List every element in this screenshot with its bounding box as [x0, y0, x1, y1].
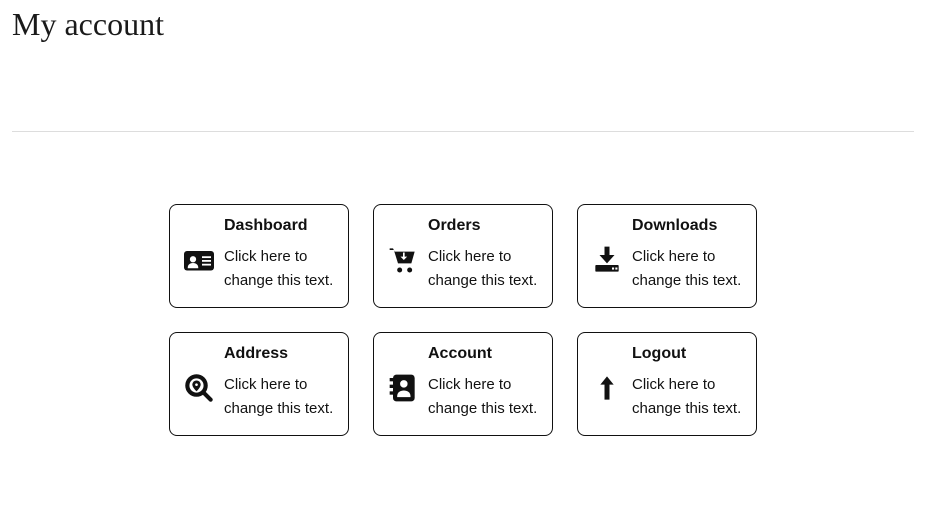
- card-desc: Click here to change this text.: [428, 373, 538, 421]
- address-book-icon: [388, 373, 418, 403]
- card-title: Downloads: [632, 217, 742, 235]
- card-logout[interactable]: Logout Click here to change this text.: [577, 332, 757, 436]
- card-downloads[interactable]: Downloads Click here to change this text…: [577, 204, 757, 308]
- card-title: Address: [224, 345, 334, 363]
- id-card-icon: [184, 245, 214, 275]
- card-desc: Click here to change this text.: [632, 245, 742, 293]
- card-desc: Click here to change this text.: [224, 373, 334, 421]
- card-desc: Click here to change this text.: [428, 245, 538, 293]
- card-desc: Click here to change this text.: [632, 373, 742, 421]
- cart-download-icon: [388, 245, 418, 275]
- card-title: Dashboard: [224, 217, 334, 235]
- card-address[interactable]: Address Click here to change this text.: [169, 332, 349, 436]
- card-title: Account: [428, 345, 538, 363]
- card-orders[interactable]: Orders Click here to change this text.: [373, 204, 553, 308]
- header-divider: [12, 131, 914, 132]
- card-desc: Click here to change this text.: [224, 245, 334, 293]
- card-title: Logout: [632, 345, 742, 363]
- search-location-icon: [184, 373, 214, 403]
- page-title: My account: [0, 0, 926, 43]
- download-icon: [592, 245, 622, 275]
- card-account[interactable]: Account Click here to change this text.: [373, 332, 553, 436]
- account-card-grid: Dashboard Click here to change this text…: [0, 204, 926, 436]
- card-title: Orders: [428, 217, 538, 235]
- card-dashboard[interactable]: Dashboard Click here to change this text…: [169, 204, 349, 308]
- arrow-up-icon: [592, 373, 622, 403]
